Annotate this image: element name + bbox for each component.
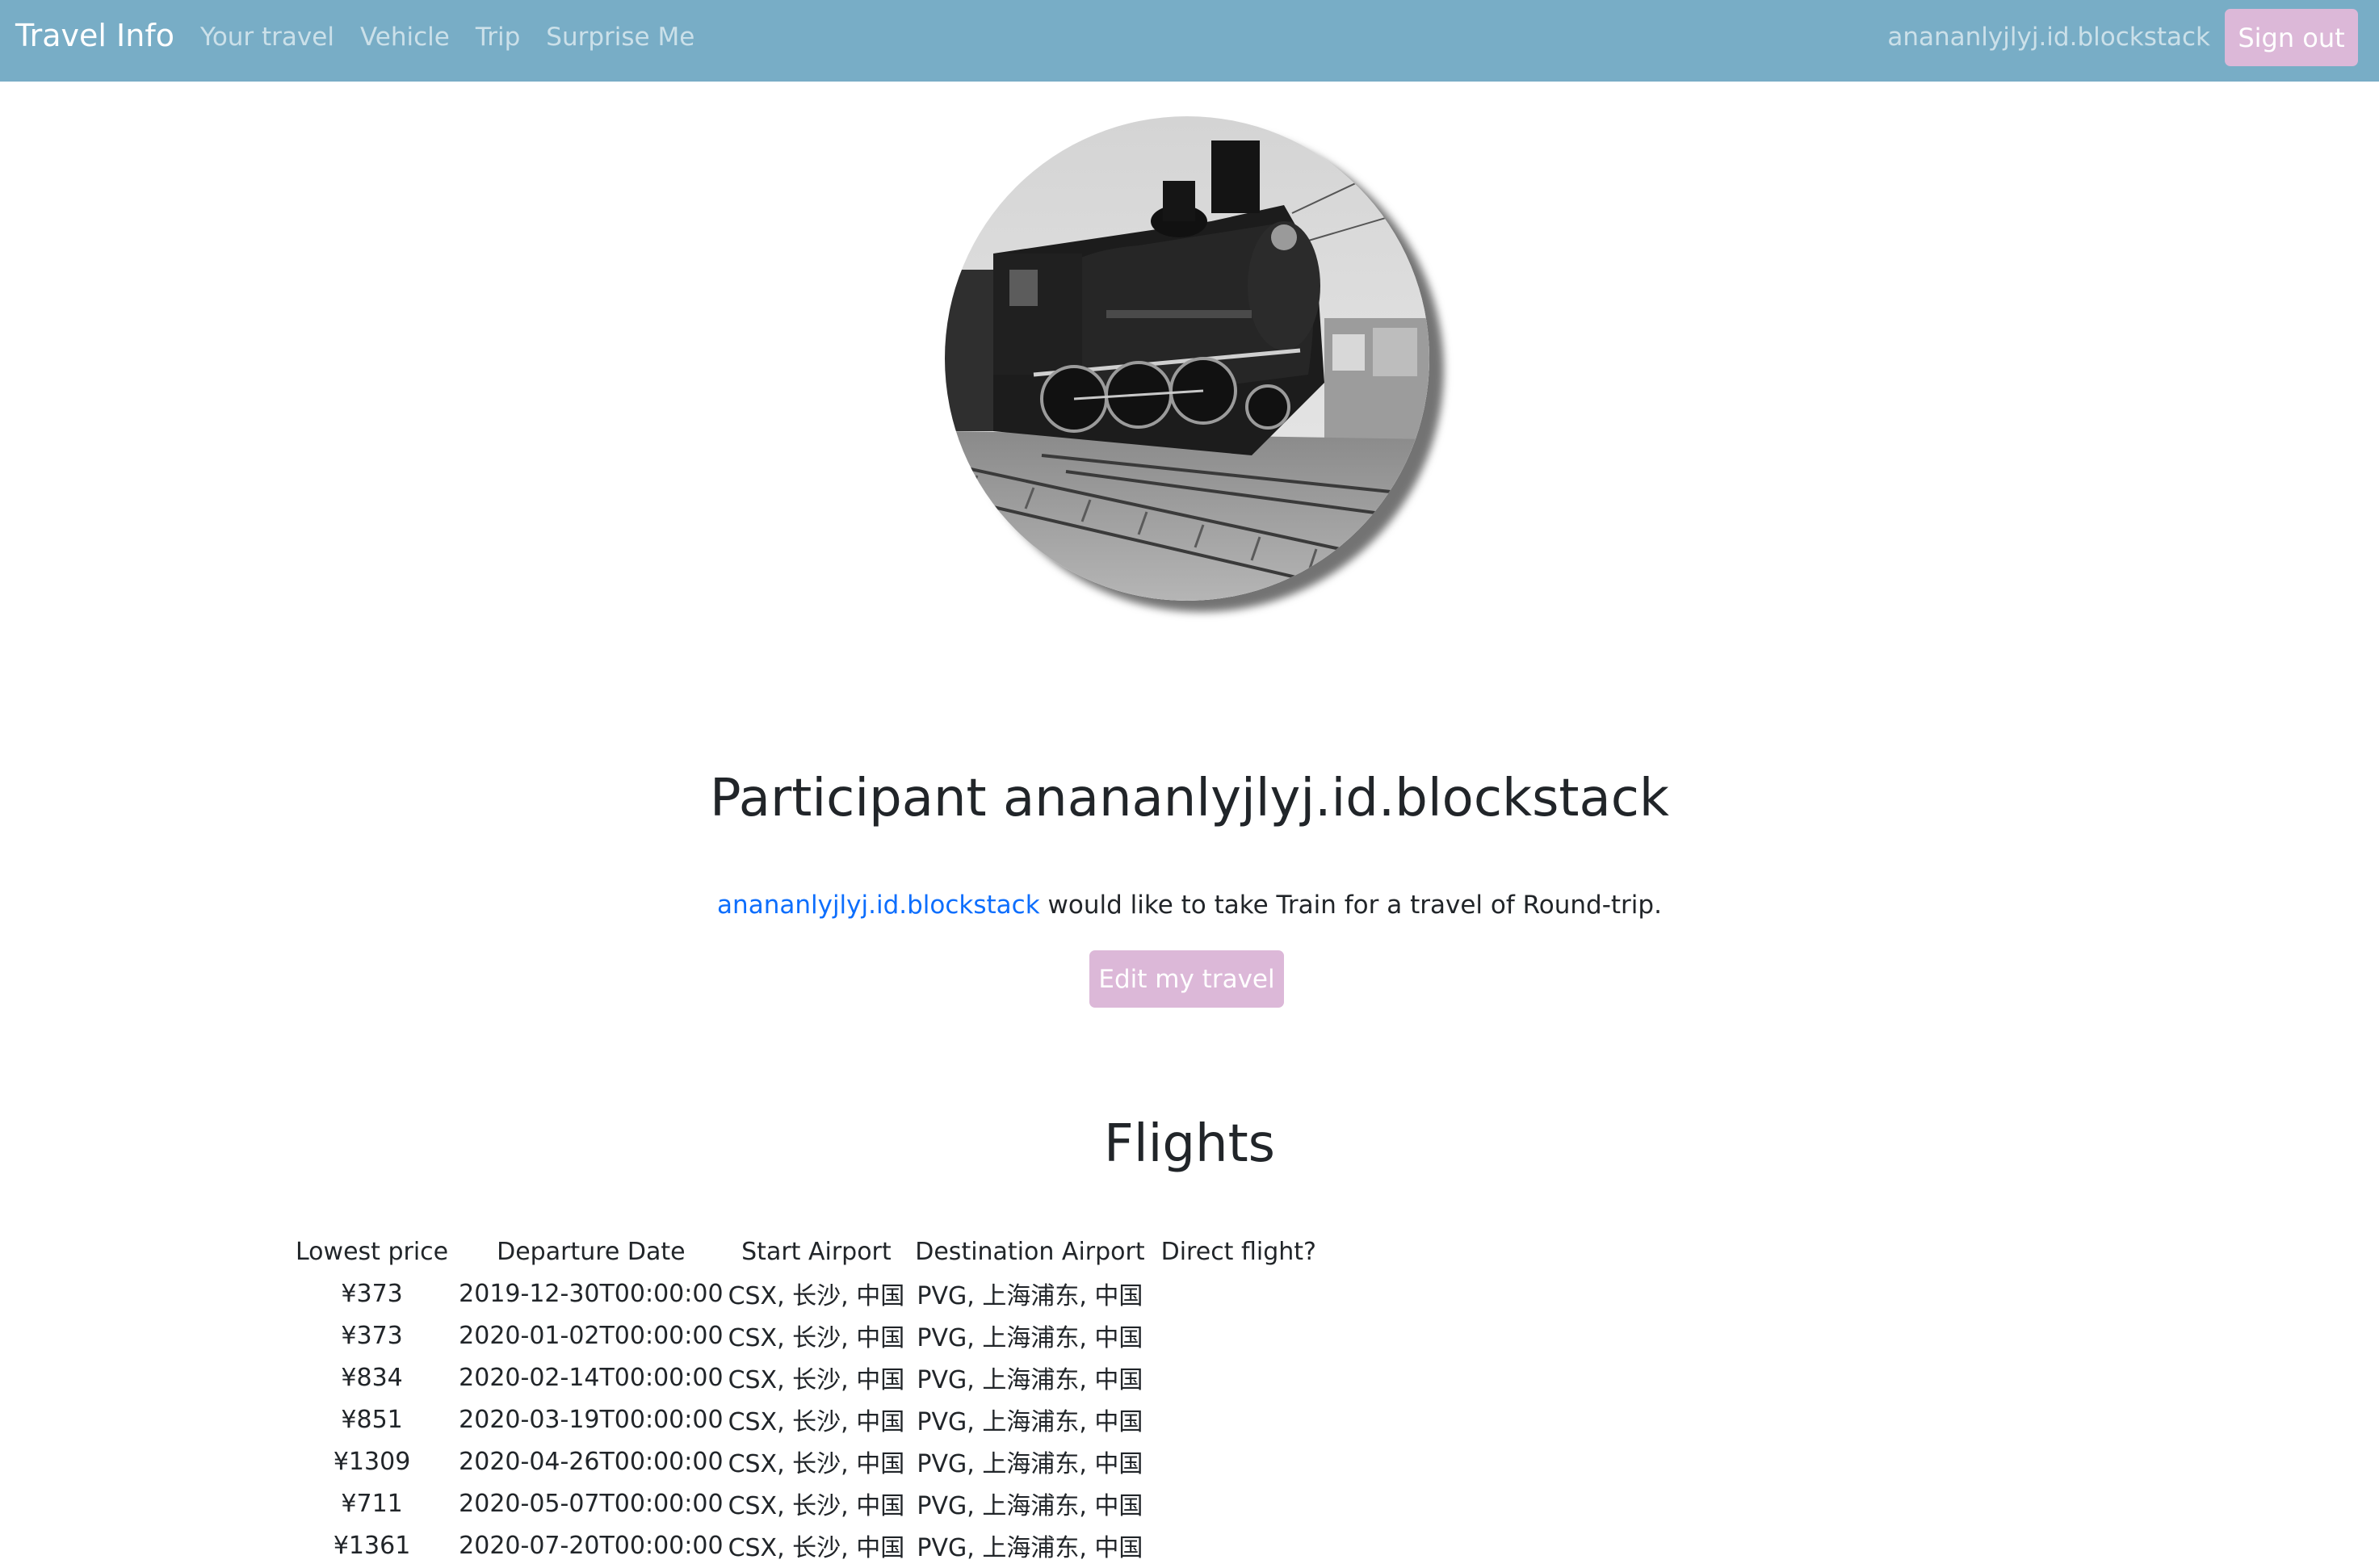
edit-travel-button[interactable]: Edit my travel: [1089, 950, 1284, 1008]
nav-trip[interactable]: Trip: [476, 23, 520, 52]
navbar: Travel Info Your travel Vehicle Trip Sur…: [0, 0, 2379, 82]
flight-departure-date: 2020-03-19T00:00:00: [459, 1405, 724, 1434]
column-header-start-airport: Start Airport: [741, 1237, 892, 1266]
flight-direct: [1153, 1398, 1324, 1440]
steam-locomotive-photo: [945, 116, 1429, 601]
flight-price: ¥711: [341, 1489, 403, 1518]
flights-table-body: ¥373 2019-12-30T00:00:00 CSX, 长沙, 中国 PVG, 上…: [287, 1272, 1324, 1566]
flight-destination-airport: PVG, 上海浦东, 中国: [917, 1534, 1143, 1562]
brand-link[interactable]: Travel Info: [15, 18, 174, 53]
flights-table: Lowest price Departure Date Start Airpor…: [287, 1231, 1324, 1566]
column-header-direct-flight: Direct flight?: [1160, 1237, 1316, 1266]
travel-description: anananlyjlyj.id.blockstack would like to…: [0, 891, 2379, 920]
flight-direct: [1153, 1314, 1324, 1356]
flight-start-airport: CSX, 长沙, 中国: [728, 1534, 905, 1562]
table-row: ¥711 2020-05-07T00:00:00 CSX, 长沙, 中国 PVG, 上…: [287, 1482, 1324, 1524]
nav-surprise-me[interactable]: Surprise Me: [546, 23, 694, 52]
column-header-departure-date: Departure Date: [497, 1237, 686, 1266]
flight-departure-date: 2019-12-30T00:00:00: [459, 1279, 724, 1308]
flight-price: ¥851: [341, 1405, 403, 1434]
flight-price: ¥1361: [333, 1531, 411, 1560]
flight-departure-date: 2020-04-26T00:00:00: [459, 1447, 724, 1476]
flight-destination-airport: PVG, 上海浦东, 中国: [917, 1492, 1143, 1520]
flight-destination-airport: PVG, 上海浦东, 中国: [917, 1366, 1143, 1394]
flight-direct: [1153, 1272, 1324, 1314]
user-profile-link[interactable]: anananlyjlyj.id.blockstack: [717, 891, 1040, 920]
column-header-destination-airport: Destination Airport: [915, 1237, 1145, 1266]
flight-start-airport: CSX, 长沙, 中国: [728, 1450, 905, 1478]
flight-destination-airport: PVG, 上海浦东, 中国: [917, 1408, 1143, 1436]
flight-destination-airport: PVG, 上海浦东, 中国: [917, 1324, 1143, 1352]
flight-start-airport: CSX, 长沙, 中国: [728, 1282, 905, 1310]
flight-departure-date: 2020-07-20T00:00:00: [459, 1531, 724, 1560]
flight-departure-date: 2020-02-14T00:00:00: [459, 1363, 724, 1392]
table-row: ¥1309 2020-04-26T00:00:00 CSX, 长沙, 中国 PVG, …: [287, 1440, 1324, 1482]
nav-links: Your travel Vehicle Trip Surprise Me: [200, 23, 694, 52]
flights-title: Flights: [1104, 1114, 1275, 1174]
flight-direct: [1153, 1482, 1324, 1524]
flight-start-airport: CSX, 长沙, 中国: [728, 1408, 905, 1436]
table-row: ¥834 2020-02-14T00:00:00 CSX, 长沙, 中国 PVG, 上…: [287, 1356, 1324, 1398]
flight-price: ¥834: [341, 1363, 403, 1392]
table-row: ¥1361 2020-07-20T00:00:00 CSX, 长沙, 中国 PVG, …: [287, 1524, 1324, 1566]
flight-departure-date: 2020-05-07T00:00:00: [459, 1489, 724, 1518]
travel-description-text: would like to take Train for a travel of…: [1039, 891, 1662, 920]
flight-destination-airport: PVG, 上海浦东, 中国: [917, 1450, 1143, 1478]
nav-username: anananlyjlyj.id.blockstack: [1887, 23, 2210, 52]
avatar: [945, 116, 1429, 601]
flight-start-airport: CSX, 长沙, 中国: [728, 1324, 905, 1352]
sign-out-button[interactable]: Sign out: [2225, 9, 2358, 66]
table-row: ¥373 2020-01-02T00:00:00 CSX, 长沙, 中国 PVG, 上…: [287, 1314, 1324, 1356]
flight-price: ¥373: [341, 1279, 403, 1308]
column-header-price: Lowest price: [296, 1237, 449, 1266]
flight-price: ¥1309: [333, 1447, 411, 1476]
flight-direct: [1153, 1356, 1324, 1398]
flight-start-airport: CSX, 长沙, 中国: [728, 1492, 905, 1520]
flight-start-airport: CSX, 长沙, 中国: [728, 1366, 905, 1394]
nav-vehicle[interactable]: Vehicle: [360, 23, 450, 52]
table-row: ¥373 2019-12-30T00:00:00 CSX, 长沙, 中国 PVG, 上…: [287, 1272, 1324, 1314]
flight-direct: [1153, 1524, 1324, 1566]
flight-direct: [1153, 1440, 1324, 1482]
flight-departure-date: 2020-01-02T00:00:00: [459, 1321, 724, 1350]
flight-price: ¥373: [341, 1321, 403, 1350]
participant-title: Participant anananlyjlyj.id.blockstack: [710, 769, 1669, 828]
nav-your-travel[interactable]: Your travel: [200, 23, 334, 52]
table-row: ¥851 2020-03-19T00:00:00 CSX, 长沙, 中国 PVG, 上…: [287, 1398, 1324, 1440]
flight-destination-airport: PVG, 上海浦东, 中国: [917, 1282, 1143, 1310]
table-header-row: Lowest price Departure Date Start Airpor…: [287, 1231, 1324, 1272]
